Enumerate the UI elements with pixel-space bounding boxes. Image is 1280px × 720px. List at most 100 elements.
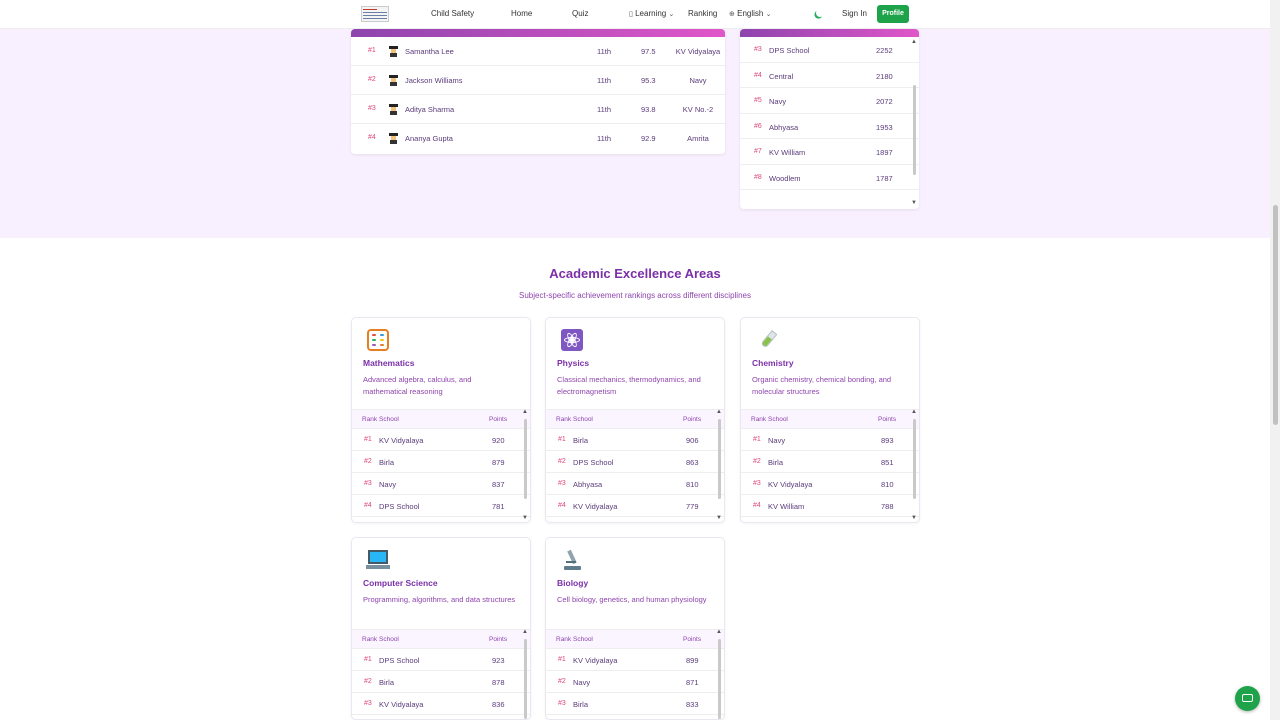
nav-home[interactable]: Home	[511, 9, 532, 18]
rank-label: #3	[364, 480, 372, 487]
table-scrollbar[interactable]: ▲	[522, 629, 528, 719]
student-row[interactable]: #2 Jackson Williams 11th 95.3 Navy	[351, 66, 725, 95]
student-row[interactable]: #3 Aditya Sharma 11th 93.8 KV No.-2	[351, 95, 725, 124]
student-name: Ananya Gupta	[405, 134, 453, 143]
table-row[interactable]: #1 KV Vidyalaya 899	[546, 649, 724, 671]
table-row[interactable]: #2 Birla 879	[352, 451, 530, 473]
school-points: 899	[686, 656, 699, 665]
nav-child-safety[interactable]: Child Safety	[431, 9, 474, 18]
table-row[interactable]: #1 DPS School 923	[352, 649, 530, 671]
scroll-up-icon[interactable]: ▲	[716, 629, 722, 635]
rank-label: #4	[753, 502, 761, 509]
scroll-up-icon[interactable]: ▲	[911, 409, 917, 415]
school-name: KV Vidyalaya	[379, 700, 424, 709]
school-row[interactable]: #7 KV William 1897	[740, 139, 919, 165]
table-row[interactable]: #3 Birla 833	[546, 693, 724, 715]
chevron-down-icon: ⌄	[668, 11, 675, 18]
table-row[interactable]: #4 KV Vidyalaya 779	[546, 495, 724, 517]
microscope-icon	[561, 549, 583, 571]
subject-description: Classical mechanics, thermodynamics, and…	[557, 375, 701, 396]
student-school: Amrita	[687, 134, 709, 143]
table-header: Rank School Points	[546, 409, 724, 429]
scroll-up-icon[interactable]: ▲	[522, 409, 528, 415]
schools-scrollbar[interactable]: ▲ ▼	[911, 39, 917, 207]
rank-label: #2	[558, 678, 566, 685]
student-grade: 11th	[597, 76, 612, 85]
school-points: 863	[686, 458, 699, 467]
student-grade: 11th	[597, 105, 612, 114]
table-row[interactable]: #4 DPS School 781	[352, 495, 530, 517]
page-scroll-thumb[interactable]	[1273, 205, 1278, 425]
sign-in-link[interactable]: Sign In	[842, 9, 867, 18]
table-row[interactable]: #1 Birla 906	[546, 429, 724, 451]
site-logo[interactable]	[361, 6, 389, 22]
rank-label: #4	[558, 502, 566, 509]
moon-icon[interactable]	[815, 8, 825, 18]
table-row[interactable]: #2 DPS School 863	[546, 451, 724, 473]
scroll-thumb[interactable]	[718, 639, 721, 719]
top-navbar: Child Safety Home Quiz ▯ Learning ⌄ Rank…	[0, 0, 1270, 29]
school-row[interactable]: #6 Abhyasa 1953	[740, 114, 919, 139]
chat-button[interactable]	[1235, 686, 1260, 711]
school-row[interactable]: #5 Navy 2072	[740, 88, 919, 114]
school-name: DPS School	[379, 502, 420, 511]
table-row[interactable]: #2 Birla 851	[741, 451, 919, 473]
nav-quiz[interactable]: Quiz	[572, 9, 588, 18]
header-rank: Rank	[556, 416, 572, 423]
table-scrollbar[interactable]: ▲	[716, 629, 722, 719]
scroll-down-icon[interactable]: ▼	[911, 200, 917, 206]
table-row[interactable]: #2 Birla 878	[352, 671, 530, 693]
table-row[interactable]: #4 KV William 788	[741, 495, 919, 517]
student-row[interactable]: #1 Samantha Lee 11th 97.5 KV Vidyalaya	[351, 37, 725, 66]
rank-label: #8	[754, 173, 762, 181]
table-row[interactable]: #1 Navy 893	[741, 429, 919, 451]
table-row[interactable]: #2 Navy 871	[546, 671, 724, 693]
school-name: KV William	[768, 502, 805, 511]
scroll-up-icon[interactable]: ▲	[911, 39, 917, 45]
language-dropdown[interactable]: ⊕ English ⌄	[729, 9, 771, 18]
table-row[interactable]: #3 KV Vidyalaya 836	[352, 693, 530, 715]
subject-card-computer-science: Computer Science Programming, algorithms,…	[351, 537, 531, 720]
nav-ranking[interactable]: Ranking	[688, 9, 717, 18]
scroll-down-icon[interactable]: ▼	[522, 515, 528, 521]
table-scrollbar[interactable]: ▲ ▼	[911, 409, 917, 522]
nav-learning-dropdown[interactable]: ▯ Learning ⌄	[629, 9, 674, 18]
table-row[interactable]: #3 Navy 837	[352, 473, 530, 495]
scroll-thumb[interactable]	[524, 419, 527, 499]
page-scrollbar[interactable]	[1270, 0, 1280, 720]
school-row[interactable]: #4 Central 2180	[740, 63, 919, 88]
school-row[interactable]: #8 Woodlem 1787	[740, 165, 919, 190]
table-row[interactable]: #3 KV Vidyalaya 810	[741, 473, 919, 495]
scroll-down-icon[interactable]: ▼	[716, 515, 722, 521]
subject-title: Biology	[557, 578, 589, 588]
subject-ranking-table: Rank School Points #1 KV Vidyalaya 899 #2 Navy 8…	[546, 629, 724, 715]
scroll-thumb[interactable]	[913, 85, 916, 175]
school-row[interactable]: #3 DPS School 2252	[740, 37, 919, 63]
header-points: Points	[489, 636, 508, 643]
school-points: 2180	[876, 71, 893, 81]
table-scrollbar[interactable]: ▲ ▼	[716, 409, 722, 522]
scroll-up-icon[interactable]: ▲	[716, 409, 722, 415]
table-row[interactable]: #1 KV Vidyalaya 920	[352, 429, 530, 451]
school-points: 810	[881, 480, 894, 489]
school-points: 810	[686, 480, 699, 489]
rank-label: #3	[753, 480, 761, 487]
top-schools-card: #3 DPS School 2252 #4 Central 2180 #5 Navy 2072 #…	[740, 29, 919, 209]
graduate-avatar-icon	[389, 46, 398, 57]
scroll-thumb[interactable]	[718, 419, 721, 499]
scroll-up-icon[interactable]: ▲	[522, 629, 528, 635]
subject-card-chemistry: Chemistry Organic chemistry, chemical bon…	[740, 317, 920, 523]
table-row[interactable]: #3 Abhyasa 810	[546, 473, 724, 495]
nav-learning-label: Learning	[635, 9, 667, 18]
school-points: 879	[492, 458, 505, 467]
scroll-thumb[interactable]	[913, 419, 916, 499]
graduate-avatar-icon	[389, 75, 398, 86]
subject-ranking-table: Rank School Points #1 Navy 893 #2 Birla 851 #3 KV …	[741, 409, 919, 517]
profile-button[interactable]: Profile	[877, 5, 909, 23]
scroll-down-icon[interactable]: ▼	[911, 515, 917, 521]
subject-title: Chemistry	[752, 358, 794, 368]
table-scrollbar[interactable]: ▲ ▼	[522, 409, 528, 522]
scroll-thumb[interactable]	[524, 639, 527, 719]
school-name: KV Vidyalaya	[379, 436, 424, 445]
student-row[interactable]: #4 Ananya Gupta 11th 92.9 Amrita	[351, 124, 725, 153]
